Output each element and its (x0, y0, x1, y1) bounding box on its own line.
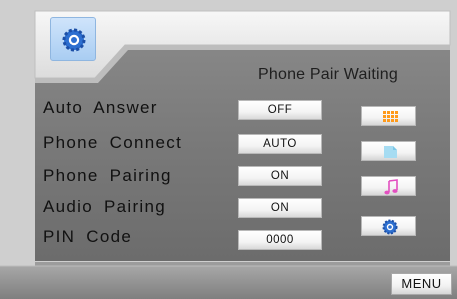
auto-answer-label: Auto Answer (43, 98, 158, 117)
keypad-button[interactable] (361, 106, 416, 126)
auto-answer-button[interactable]: OFF (238, 100, 322, 120)
phone-connect-button[interactable]: AUTO (238, 134, 322, 154)
pairing-status-title: Phone Pair Waiting (258, 66, 398, 83)
audio-pairing-button[interactable]: ON (238, 198, 322, 218)
keypad-grid-icon (383, 111, 398, 122)
pin-code-label: PIN Code (43, 227, 133, 246)
settings-gear-icon (382, 219, 398, 235)
music-button[interactable] (361, 176, 416, 196)
phone-pairing-label: Phone Pairing (43, 166, 172, 185)
phonebook-icon (384, 146, 397, 158)
music-note-icon (384, 179, 398, 195)
pin-code-field[interactable]: 0000 (238, 230, 322, 250)
menu-button[interactable]: MENU (391, 273, 452, 295)
settings-button[interactable] (361, 216, 416, 236)
settings-gear-icon (62, 28, 86, 52)
phonebook-button[interactable] (361, 141, 416, 161)
settings-gear-button[interactable] (50, 17, 96, 61)
audio-pairing-label: Audio Pairing (43, 197, 167, 216)
car-display-screen: Phone Pair Waiting Auto Answer OFF Phone… (0, 0, 457, 299)
phone-pairing-button[interactable]: ON (238, 166, 322, 186)
phone-connect-label: Phone Connect (43, 133, 183, 152)
